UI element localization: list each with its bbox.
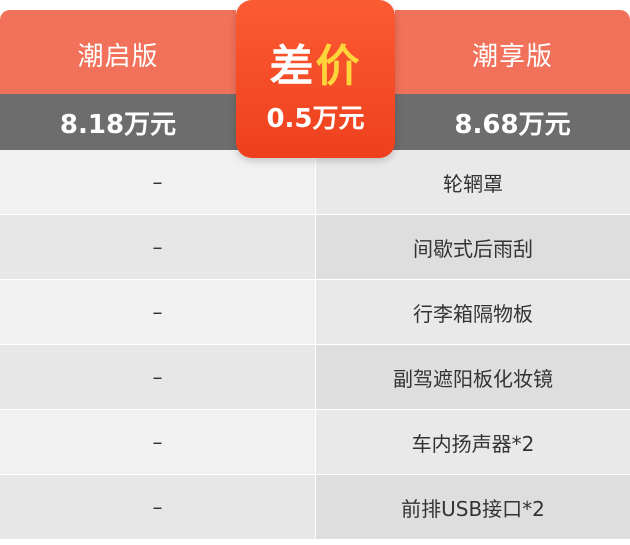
table-row: – 前排USB接口*2 [0, 475, 630, 540]
price-difference-badge: 差价 0.5万元 [236, 0, 395, 158]
left-feature-cell: – [0, 215, 315, 279]
difference-title-last: 价 [315, 41, 362, 92]
comparison-table: 潮启版 潮享版 8.18万元 8.68万元 差价 0.5万元 – 轮辋罩 – 间… [0, 0, 630, 545]
left-version-price: 8.18万元 [59, 110, 177, 140]
right-version-price: 8.68万元 [454, 110, 571, 140]
left-feature-cell: – [0, 150, 315, 214]
right-feature-cell: 轮辋罩 [315, 150, 630, 214]
table-row: – 车内扬声器*2 [0, 410, 630, 475]
table-row: – 行李箱隔物板 [0, 280, 630, 345]
right-feature-cell: 副驾遮阳板化妆镜 [315, 345, 630, 409]
right-feature-cell: 间歇式后雨刮 [315, 215, 630, 279]
left-feature-cell: – [0, 475, 315, 539]
table-row: – 轮辋罩 [0, 150, 630, 215]
left-feature-cell: – [0, 410, 315, 474]
right-feature-cell: 车内扬声器*2 [315, 410, 630, 474]
feature-rows: – 轮辋罩 – 间歇式后雨刮 – 行李箱隔物板 – 副驾遮阳板化妆镜 – 车内扬… [0, 150, 630, 540]
difference-title: 差价 [236, 30, 395, 94]
table-row: – 副驾遮阳板化妆镜 [0, 345, 630, 410]
table-row: – 间歇式后雨刮 [0, 215, 630, 280]
difference-value: 0.5万元 [266, 104, 365, 134]
left-feature-cell: – [0, 280, 315, 344]
difference-title-first: 差 [269, 41, 316, 92]
right-version-name: 潮享版 [471, 42, 553, 72]
right-feature-cell: 行李箱隔物板 [315, 280, 630, 344]
left-version-name: 潮启版 [77, 42, 159, 72]
left-feature-cell: – [0, 345, 315, 409]
right-feature-cell: 前排USB接口*2 [315, 475, 630, 539]
